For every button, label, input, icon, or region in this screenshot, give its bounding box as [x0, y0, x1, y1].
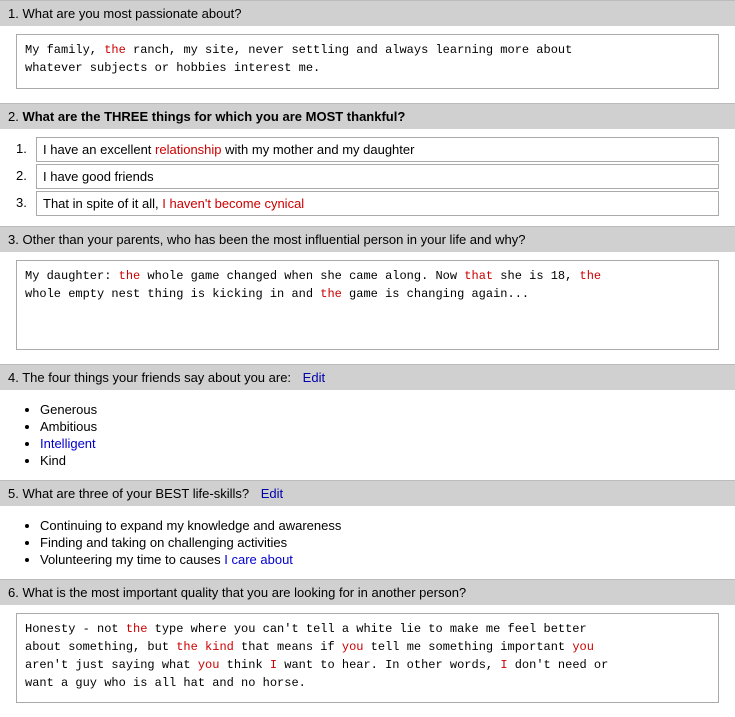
list-item: 3. That in spite of it all, I haven't be…	[16, 191, 719, 216]
section-2-number: 2.	[8, 109, 22, 124]
section-1-header: 1. What are you most passionate about?	[0, 0, 735, 26]
list-item: Ambitious	[40, 419, 719, 434]
section-6-number: 6.	[8, 585, 22, 600]
section-5: 5. What are three of your BEST life-skil…	[0, 480, 735, 579]
section-1-answer[interactable]: My family, the ranch, my site, never set…	[16, 34, 719, 89]
section-3-number: 3.	[8, 232, 22, 247]
list-item: 1. I have an excellent relationship with…	[16, 137, 719, 162]
section-4-list: Generous Ambitious Intelligent Kind	[16, 402, 719, 468]
section-3-content: My daughter: the whole game changed when…	[0, 252, 735, 364]
section-5-edit[interactable]: Edit	[261, 486, 283, 501]
section-4-header: 4. The four things your friends say abou…	[0, 364, 735, 390]
list-item: Kind	[40, 453, 719, 468]
section-4: 4. The four things your friends say abou…	[0, 364, 735, 480]
section-1-question: What are you most passionate about?	[22, 6, 241, 21]
section-5-content: Continuing to expand my knowledge and aw…	[0, 506, 735, 579]
thankful-item-3[interactable]: That in spite of it all, I haven't becom…	[36, 191, 719, 216]
section-6-question: What is the most important quality that …	[22, 585, 466, 600]
section-1-number: 1.	[8, 6, 22, 21]
list-item: Continuing to expand my knowledge and aw…	[40, 518, 719, 533]
thankful-item-1[interactable]: I have an excellent relationship with my…	[36, 137, 719, 162]
section-2-header: 2. What are the THREE things for which y…	[0, 103, 735, 129]
list-item: Volunteering my time to causes I care ab…	[40, 552, 719, 567]
thankful-item-2[interactable]: I have good friends	[36, 164, 719, 189]
section-1-content: My family, the ranch, my site, never set…	[0, 26, 735, 103]
section-6-header: 6. What is the most important quality th…	[0, 579, 735, 605]
section-3-header: 3. Other than your parents, who has been…	[0, 226, 735, 252]
section-5-header: 5. What are three of your BEST life-skil…	[0, 480, 735, 506]
list-item: Finding and taking on challenging activi…	[40, 535, 719, 550]
section-5-list: Continuing to expand my knowledge and aw…	[16, 518, 719, 567]
list-item: Intelligent	[40, 436, 719, 451]
section-2-list: 1. I have an excellent relationship with…	[16, 137, 719, 216]
list-item: 2. I have good friends	[16, 164, 719, 189]
section-4-question: The four things your friends say about y…	[22, 370, 291, 385]
section-6: 6. What is the most important quality th…	[0, 579, 735, 717]
section-6-answer[interactable]: Honesty - not the type where you can't t…	[16, 613, 719, 703]
section-4-content: Generous Ambitious Intelligent Kind	[0, 390, 735, 480]
section-3-question: Other than your parents, who has been th…	[22, 232, 525, 247]
section-5-question: What are three of your BEST life-skills?	[22, 486, 249, 501]
section-6-content: Honesty - not the type where you can't t…	[0, 605, 735, 717]
section-4-number: 4.	[8, 370, 22, 385]
section-5-number: 5.	[8, 486, 22, 501]
section-1: 1. What are you most passionate about? M…	[0, 0, 735, 103]
section-4-edit[interactable]: Edit	[303, 370, 325, 385]
section-3-answer[interactable]: My daughter: the whole game changed when…	[16, 260, 719, 350]
section-2-content: 1. I have an excellent relationship with…	[0, 129, 735, 226]
section-3: 3. Other than your parents, who has been…	[0, 226, 735, 364]
section-2: 2. What are the THREE things for which y…	[0, 103, 735, 226]
list-item: Generous	[40, 402, 719, 417]
